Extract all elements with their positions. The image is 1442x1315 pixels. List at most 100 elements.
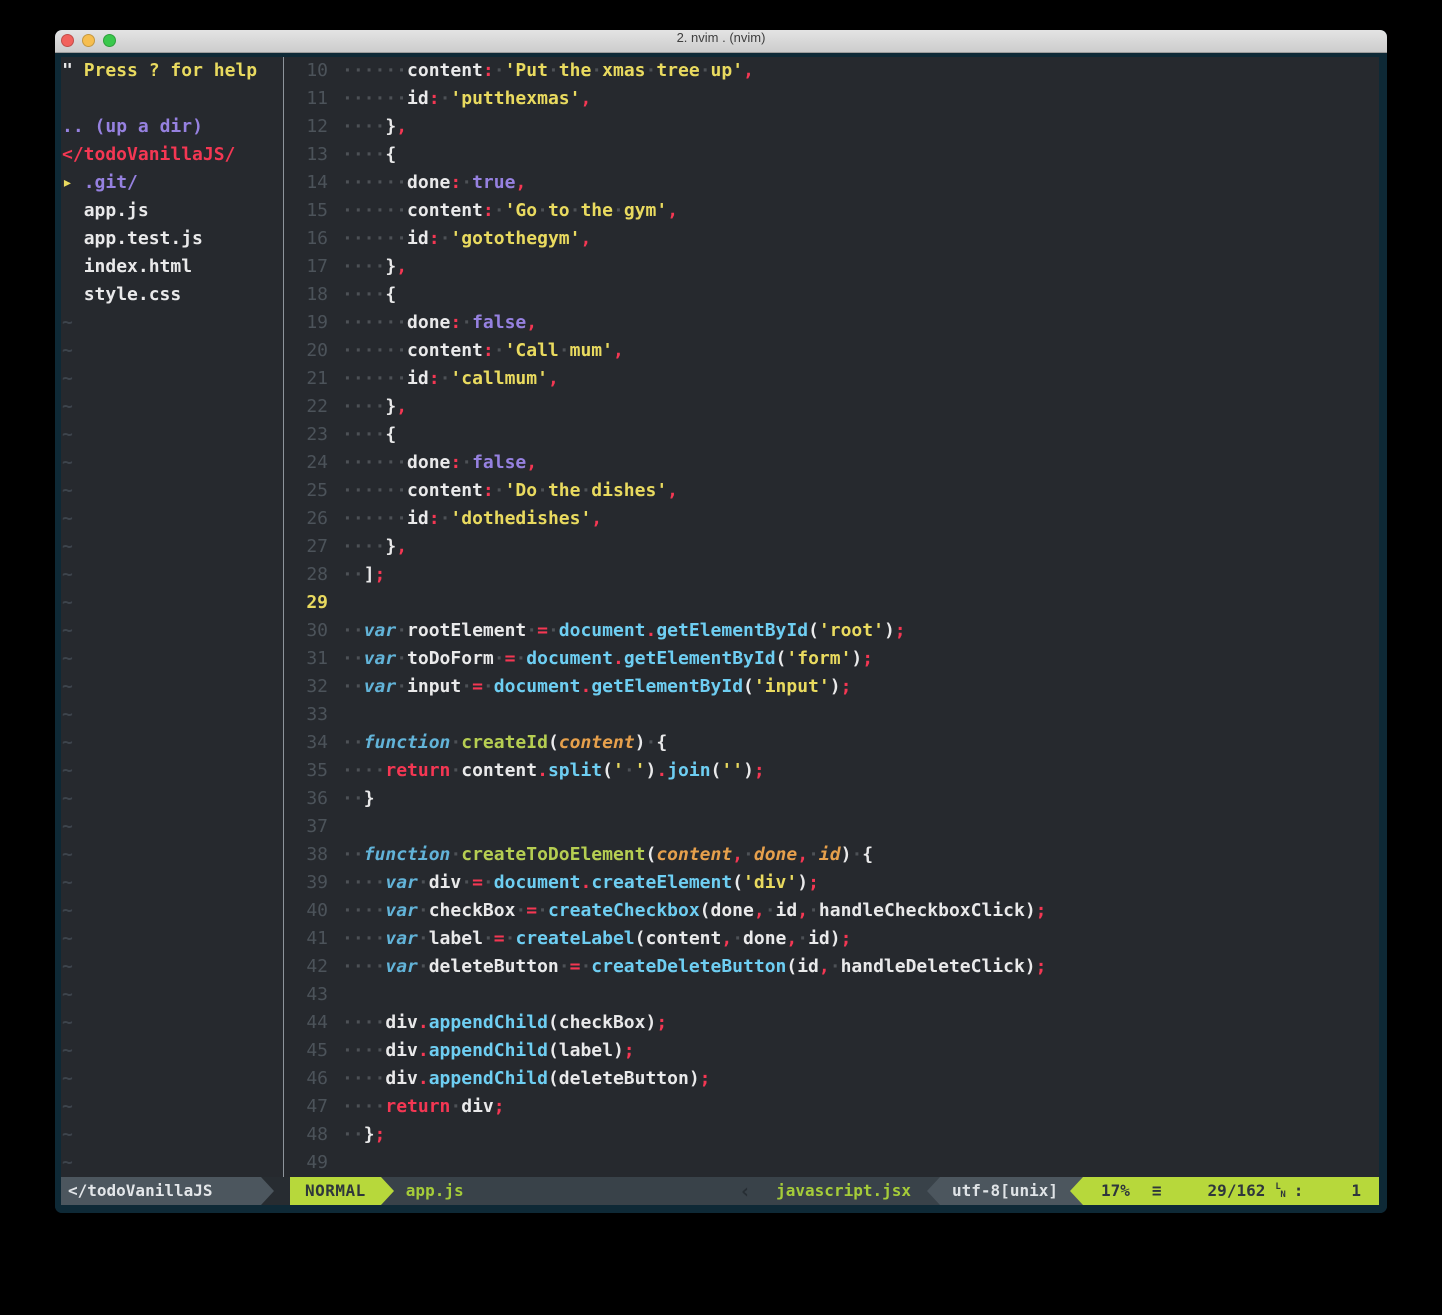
code-line[interactable]: 17····},	[284, 253, 1379, 281]
code-line[interactable]: 28··];	[284, 561, 1379, 589]
empty-line-tilde: ~	[61, 309, 283, 337]
mode-indicator: NORMAL	[290, 1177, 381, 1205]
code-line[interactable]: 45····div.appendChild(label);	[284, 1037, 1379, 1065]
powerline-arrow-icon	[927, 1177, 940, 1205]
powerline-arrow-icon	[1070, 1177, 1083, 1205]
close-button[interactable]	[61, 34, 74, 47]
code-line[interactable]: 29	[284, 589, 1379, 617]
titlebar[interactable]: 2. nvim . (nvim)	[55, 30, 1387, 53]
code-line[interactable]: 49	[284, 1149, 1379, 1177]
window-title: 2. nvim . (nvim)	[55, 30, 1387, 45]
code-line[interactable]: 14······done:·true,	[284, 169, 1379, 197]
line-number: 26	[284, 505, 328, 533]
code-line-text: ····div.appendChild(label);	[342, 1037, 635, 1065]
powerline-arrow-icon	[381, 1177, 394, 1205]
line-number: 39	[284, 869, 328, 897]
tree-item[interactable]: ▸ .git/	[61, 169, 283, 197]
code-line[interactable]: 32··var·input·=·document.getElementById(…	[284, 673, 1379, 701]
empty-line-tilde: ~	[61, 365, 283, 393]
code-line[interactable]: 35····return·content.split('·').join('')…	[284, 757, 1379, 785]
empty-line-tilde: ~	[61, 617, 283, 645]
code-line[interactable]: 19······done:·false,	[284, 309, 1379, 337]
code-line[interactable]: 23····{	[284, 421, 1379, 449]
tree-item[interactable]: app.js	[61, 197, 283, 225]
code-line[interactable]: 26 ······id:·'dothedishes',	[284, 505, 1379, 533]
code-line-text: ··];	[342, 561, 385, 589]
code-line[interactable]: 27····},	[284, 533, 1379, 561]
code-line[interactable]: 48··};	[284, 1121, 1379, 1149]
minimize-button[interactable]	[82, 34, 95, 47]
empty-line-tilde: ~	[61, 561, 283, 589]
code-line[interactable]: 38 ··function·createToDoElement(content,·…	[284, 841, 1379, 869]
tree-item[interactable]: .. (up a dir)	[61, 113, 283, 141]
code-line[interactable]: 44····div.appendChild(checkBox);	[284, 1009, 1379, 1037]
line-number: 35	[284, 757, 328, 785]
tree-item[interactable]: </todoVanillaJS/	[61, 141, 283, 169]
tree-help-line[interactable]: " Press ? for help	[61, 57, 283, 85]
code-line-text: ······done:·true,	[342, 169, 526, 197]
file-explorer: " Press ? for help .. (up a dir)</todoVan…	[61, 57, 283, 1177]
code-line[interactable]: 43	[284, 981, 1379, 1009]
line-number: 36	[284, 785, 328, 813]
line-number: 16	[284, 225, 328, 253]
code-line[interactable]: 41····var·label·=·createLabel(content,·d…	[284, 925, 1379, 953]
code-line[interactable]: 22····},	[284, 393, 1379, 421]
code-line[interactable]: 15······content:·'Go·to·the·gym',	[284, 197, 1379, 225]
line-number: 21	[284, 365, 328, 393]
line-number: 25	[284, 477, 328, 505]
scroll-percent: 17%	[1101, 1177, 1130, 1205]
tree-item[interactable]: app.test.js	[61, 225, 283, 253]
code-line[interactable]: 42····var·deleteButton·=·createDeleteBut…	[284, 953, 1379, 981]
code-line[interactable]: 40····var·checkBox·=·createCheckbox(done…	[284, 897, 1379, 925]
statusline-colon: :	[1294, 1177, 1304, 1205]
line-number: 47	[284, 1093, 328, 1121]
code-line[interactable]: 39····var·div·=·document.createElement('…	[284, 869, 1379, 897]
code-line-text: ··};	[342, 1121, 385, 1149]
code-line[interactable]: 10······content:·'Put·the·xmas·tree·up',	[284, 57, 1379, 85]
code-line[interactable]: 31··var·toDoForm·=·document.getElementBy…	[284, 645, 1379, 673]
code-line[interactable]: 36··}	[284, 785, 1379, 813]
editor[interactable]: 10······content:·'Put·the·xmas·tree·up',…	[284, 57, 1379, 1177]
line-number: 10	[284, 57, 328, 85]
code-line[interactable]: 11······id:·'putthexmas',	[284, 85, 1379, 113]
statusline-encoding: utf-8[unix]	[940, 1177, 1070, 1205]
statusline-gap	[274, 1177, 290, 1205]
code-line[interactable]: 25······content:·'Do·the·dishes',	[284, 477, 1379, 505]
line-number: 38	[284, 841, 328, 869]
line-number: 13	[284, 141, 328, 169]
empty-line-tilde: ~	[61, 505, 283, 533]
code-line-text: ······id:·'callmum',	[342, 365, 559, 393]
code-line[interactable]: 37	[284, 813, 1379, 841]
tree-item[interactable]: index.html	[61, 253, 283, 281]
code-line[interactable]: 33	[284, 701, 1379, 729]
code-line[interactable]: 34··function·createId(content)·{	[284, 729, 1379, 757]
code-line[interactable]: 47 ····return·div;	[284, 1093, 1379, 1121]
code-line[interactable]: 46····div.appendChild(deleteButton);	[284, 1065, 1379, 1093]
code-line-text: ··function·createToDoElement(content,·do…	[342, 841, 873, 869]
code-line-text: ····{	[342, 281, 396, 309]
code-line-text: ··var·input·=·document.getElementById('i…	[342, 673, 851, 701]
code-line[interactable]: 24······done:·false,	[284, 449, 1379, 477]
line-number: 11	[284, 85, 328, 113]
code-line[interactable]: 21 ······id:·'callmum',	[284, 365, 1379, 393]
code-line[interactable]: 30··var·rootElement·=·document.getElemen…	[284, 617, 1379, 645]
code-line[interactable]: 20······content:·'Call·mum',	[284, 337, 1379, 365]
panes: " Press ? for help .. (up a dir)</todoVan…	[61, 57, 1379, 1177]
code-line[interactable]: 12····},	[284, 113, 1379, 141]
zoom-button[interactable]	[103, 34, 116, 47]
empty-line-tilde: ~	[61, 337, 283, 365]
code-line-text: ··function·createId(content)·{	[342, 729, 667, 757]
code-line[interactable]: 18····{	[284, 281, 1379, 309]
code-line-text: ····return·div;	[342, 1093, 505, 1121]
empty-line-tilde: ~	[61, 897, 283, 925]
empty-line-tilde: ~	[61, 729, 283, 757]
code-line[interactable]: 16······id:·'gotothegym',	[284, 225, 1379, 253]
line-number: 20	[284, 337, 328, 365]
empty-line-tilde: ~	[61, 1121, 283, 1149]
code-line-text: ····div.appendChild(checkBox);	[342, 1009, 667, 1037]
code-line-text: ······id:·'dothedishes',	[342, 505, 602, 533]
line-number: 30	[284, 617, 328, 645]
line-number: 12	[284, 113, 328, 141]
code-line[interactable]: 13····{	[284, 141, 1379, 169]
tree-item[interactable]: style.css	[61, 281, 283, 309]
